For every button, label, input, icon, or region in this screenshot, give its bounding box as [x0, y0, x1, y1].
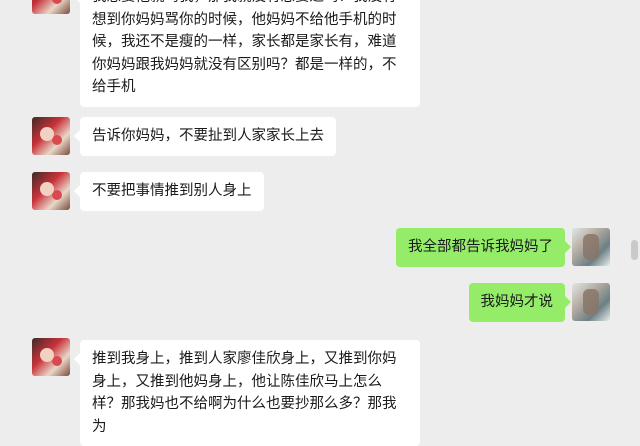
chat-area: 我想要他就骂我，那我就没有想要过吗？我没有想到你妈妈骂你的时候，他妈妈不给他手机… — [0, 0, 640, 446]
contact-avatar[interactable] — [32, 0, 70, 14]
scrollbar-thumb[interactable] — [631, 240, 638, 260]
message-bubble-incoming[interactable]: 不要把事情推到别人身上 — [74, 172, 264, 211]
self-avatar[interactable] — [572, 228, 610, 266]
self-avatar[interactable] — [572, 283, 610, 321]
message-bubble-incoming[interactable]: 推到我身上，推到人家廖佳欣身上，又推到你妈身上，又推到他妈身上，他让陈佳欣马上怎… — [74, 340, 420, 446]
message-bubble-outgoing[interactable]: 我妈妈才说 — [468, 283, 571, 322]
message-bubble-incoming[interactable]: 告诉你妈妈，不要扯到人家家长上去 — [74, 117, 336, 156]
contact-avatar[interactable] — [32, 338, 70, 376]
message-bubble-outgoing[interactable]: 我全部都告诉我妈妈了 — [396, 228, 571, 267]
contact-avatar[interactable] — [32, 117, 70, 155]
message-bubble-incoming[interactable]: 我想要他就骂我，那我就没有想要过吗？我没有想到你妈妈骂你的时候，他妈妈不给他手机… — [74, 0, 420, 107]
contact-avatar[interactable] — [32, 172, 70, 210]
